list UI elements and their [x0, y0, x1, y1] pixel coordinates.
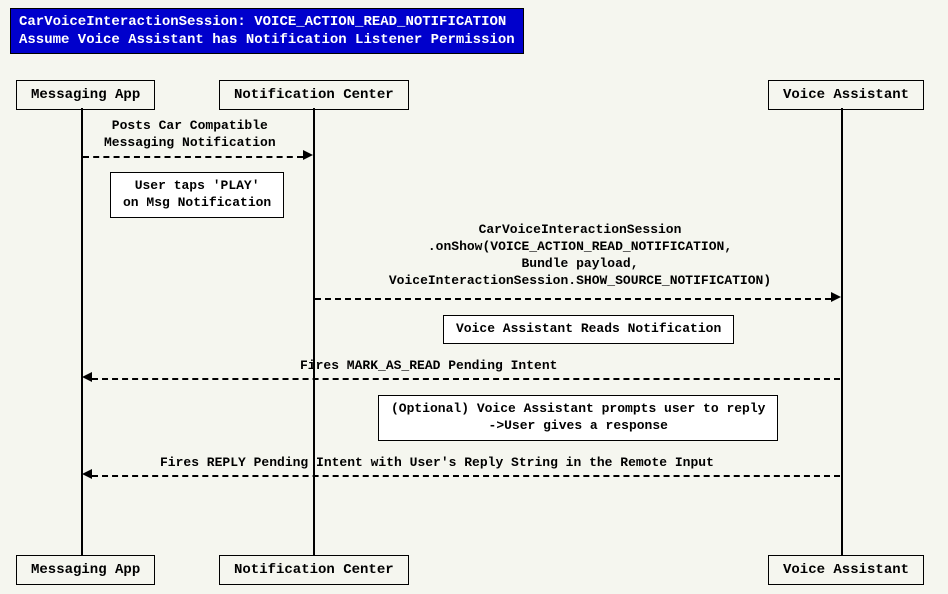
participant-notification-center-top: Notification Center [219, 80, 409, 110]
message-mark-as-read-arrow [92, 378, 840, 380]
participant-messaging-app-bottom: Messaging App [16, 555, 155, 585]
title-line-2: Assume Voice Assistant has Notification … [19, 31, 515, 49]
title-line-1: CarVoiceInteractionSession: VOICE_ACTION… [19, 13, 515, 31]
diagram-title: CarVoiceInteractionSession: VOICE_ACTION… [10, 8, 524, 54]
message-onshow-arrow [315, 298, 831, 300]
message-mark-as-read-label: Fires MARK_AS_READ Pending Intent [300, 358, 557, 375]
message-fires-reply-arrowhead [82, 469, 92, 479]
message-mark-as-read-arrowhead [82, 372, 92, 382]
note-user-taps-play: User taps 'PLAY' on Msg Notification [110, 172, 284, 218]
message-fires-reply-arrow [92, 475, 840, 477]
participant-voice-assistant-bottom: Voice Assistant [768, 555, 924, 585]
lifeline-messaging-app [81, 108, 83, 555]
message-post-notification-arrow [83, 156, 303, 158]
participant-messaging-app-top: Messaging App [16, 80, 155, 110]
participant-voice-assistant-top: Voice Assistant [768, 80, 924, 110]
lifeline-voice-assistant [841, 108, 843, 555]
participant-notification-center-bottom: Notification Center [219, 555, 409, 585]
lifeline-notification-center [313, 108, 315, 555]
message-post-notification-label: Posts Car Compatible Messaging Notificat… [104, 118, 276, 152]
message-onshow-label: CarVoiceInteractionSession .onShow(VOICE… [360, 222, 800, 290]
message-fires-reply-label: Fires REPLY Pending Intent with User's R… [160, 455, 714, 472]
message-post-notification-arrowhead [303, 150, 313, 160]
note-prompts-reply: (Optional) Voice Assistant prompts user … [378, 395, 778, 441]
note-reads-notification: Voice Assistant Reads Notification [443, 315, 734, 344]
message-onshow-arrowhead [831, 292, 841, 302]
